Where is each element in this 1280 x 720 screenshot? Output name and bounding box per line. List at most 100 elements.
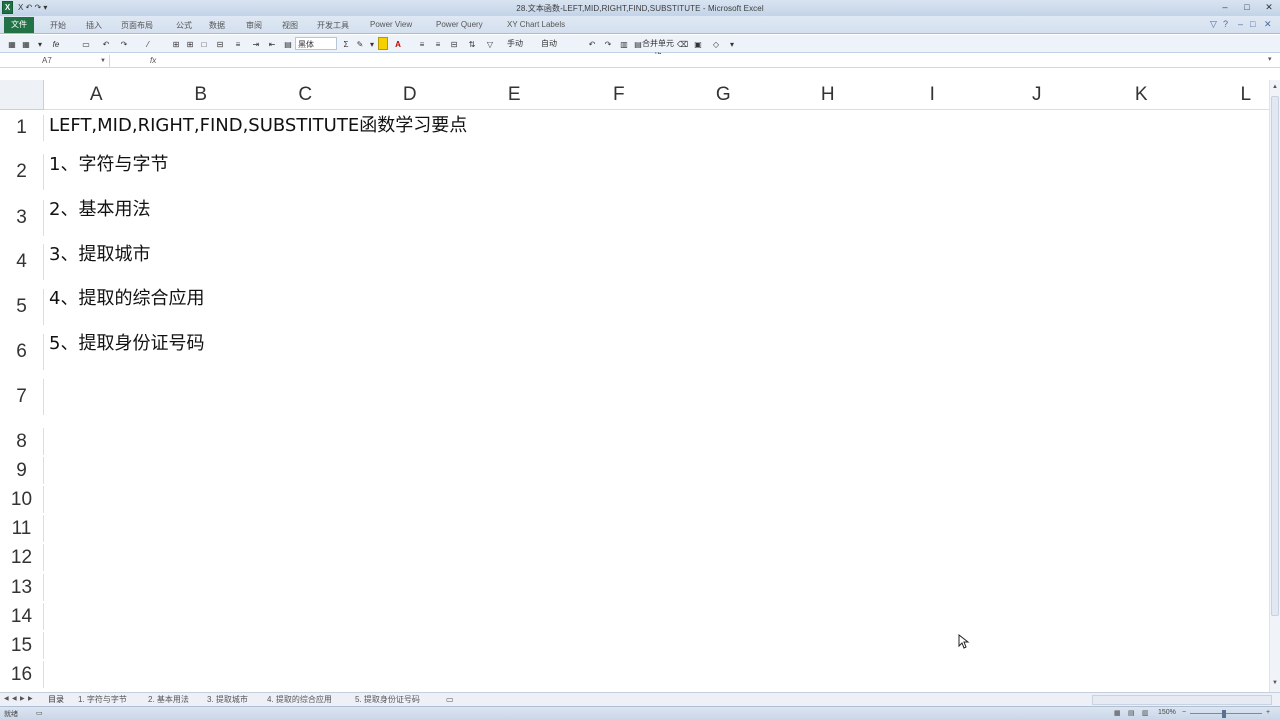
column-header-h[interactable]: H bbox=[775, 80, 880, 110]
tab-insert[interactable]: 插入 bbox=[86, 20, 102, 31]
cell-a1[interactable]: LEFT,MID,RIGHT,FIND,SUBSTITUTE函数学习要点 bbox=[49, 115, 467, 137]
cell-a4[interactable]: 3、提取城市 bbox=[49, 244, 150, 266]
row-header-6[interactable]: 6 bbox=[0, 334, 44, 370]
insert-function-icon[interactable]: fx bbox=[150, 55, 156, 67]
style-icon[interactable]: ▤ bbox=[282, 37, 294, 50]
cell-a6[interactable]: 5、提取身份证号码 bbox=[49, 333, 204, 355]
row-header-9[interactable]: 9 bbox=[0, 457, 44, 484]
cell-a5[interactable]: 4、提取的综合应用 bbox=[49, 288, 204, 310]
worksheet-grid[interactable]: A B C D E F G H I J K L 1 2 3 4 5 6 7 8 … bbox=[0, 68, 1270, 692]
chart-icon[interactable]: ▥ bbox=[618, 37, 630, 50]
name-box-dropdown-icon[interactable]: ▼ bbox=[100, 55, 106, 67]
border-icon[interactable]: ⊞ bbox=[170, 37, 182, 50]
help-icon[interactable]: ? bbox=[1223, 19, 1228, 29]
workbook-restore-button[interactable]: □ bbox=[1250, 19, 1255, 29]
workbook-close-button[interactable]: ✕ bbox=[1264, 19, 1272, 30]
tab-data[interactable]: 数据 bbox=[209, 20, 225, 31]
column-header-b[interactable]: B bbox=[148, 80, 253, 110]
tab-power-query[interactable]: Power Query bbox=[436, 20, 483, 29]
insert-sheet-icon[interactable]: ▭ bbox=[446, 694, 454, 706]
maximize-button[interactable]: □ bbox=[1238, 1, 1256, 13]
column-header-a[interactable]: A bbox=[44, 80, 149, 110]
sheet-tab-contents[interactable]: 目录 bbox=[48, 694, 64, 706]
align-left-icon[interactable]: ≡ bbox=[416, 37, 428, 50]
column-header-l[interactable]: L bbox=[1193, 80, 1270, 110]
pen-icon[interactable]: ✎ bbox=[354, 37, 366, 50]
tab-power-view[interactable]: Power View bbox=[370, 20, 412, 29]
format-painter-icon[interactable]: ⁄ bbox=[142, 37, 154, 50]
grid-icon[interactable]: ▦ bbox=[6, 37, 18, 50]
workbook-minimize-button[interactable]: – bbox=[1238, 19, 1243, 29]
redo-2-icon[interactable]: ↷ bbox=[602, 37, 614, 50]
minimize-button[interactable]: – bbox=[1216, 1, 1234, 13]
sheet-tab-5[interactable]: 5. 提取身份证号码 bbox=[355, 694, 420, 706]
align-icon[interactable]: ≡ bbox=[232, 37, 244, 50]
font-color-icon[interactable]: A bbox=[392, 37, 404, 50]
row-header-10[interactable]: 10 bbox=[0, 486, 44, 513]
redo-icon[interactable]: ↷ bbox=[118, 37, 130, 50]
row-header-3[interactable]: 3 bbox=[0, 200, 44, 236]
vertical-scroll-thumb[interactable] bbox=[1271, 96, 1279, 616]
column-header-e[interactable]: E bbox=[462, 80, 567, 110]
expand-formula-bar-icon[interactable]: ▾ bbox=[1268, 55, 1272, 63]
zoom-level[interactable]: 150% bbox=[1158, 709, 1176, 716]
outdent-icon[interactable]: ⇤ bbox=[266, 37, 278, 50]
row-header-14[interactable]: 14 bbox=[0, 603, 44, 630]
row-header-13[interactable]: 13 bbox=[0, 574, 44, 601]
column-header-i[interactable]: I bbox=[880, 80, 985, 110]
font-name-box[interactable]: 黑体 bbox=[295, 37, 337, 50]
undo-2-icon[interactable]: ↶ bbox=[586, 37, 598, 50]
horizontal-scrollbar[interactable] bbox=[1092, 695, 1272, 705]
ribbon-collapse-icon[interactable]: ▽ bbox=[1210, 19, 1217, 30]
tab-xy-chart-labels[interactable]: XY Chart Labels bbox=[507, 20, 565, 29]
auto-calc-option[interactable]: 自动 bbox=[534, 37, 564, 50]
next-sheet-icon[interactable]: ▶ bbox=[20, 695, 25, 702]
tab-developer[interactable]: 开发工具 bbox=[317, 20, 349, 31]
shapes-icon[interactable]: ◇ bbox=[710, 37, 722, 50]
sort-icon[interactable]: ⇅ bbox=[466, 37, 478, 50]
save-icon[interactable]: ▭ bbox=[80, 37, 92, 50]
tab-home[interactable]: 开始 bbox=[50, 20, 66, 31]
scroll-up-icon[interactable]: ▲ bbox=[1270, 82, 1280, 92]
tab-review[interactable]: 审阅 bbox=[246, 20, 262, 31]
zoom-slider-knob[interactable] bbox=[1222, 710, 1226, 718]
undo-icon[interactable]: ↶ bbox=[100, 37, 112, 50]
tab-page-layout[interactable]: 页面布局 bbox=[121, 20, 153, 31]
cell-a2[interactable]: 1、字符与字节 bbox=[49, 154, 168, 176]
manual-calc-option[interactable]: 手动 bbox=[500, 37, 530, 50]
page-layout-view-icon[interactable]: ▤ bbox=[1128, 709, 1135, 717]
outside-border-icon[interactable]: □ bbox=[198, 37, 210, 50]
prev-sheet-icon[interactable]: ◀ bbox=[12, 695, 17, 702]
row-header-15[interactable]: 15 bbox=[0, 632, 44, 659]
scroll-down-icon[interactable]: ▼ bbox=[1270, 678, 1280, 688]
column-header-k[interactable]: K bbox=[1089, 80, 1194, 110]
page-break-view-icon[interactable]: ▥ bbox=[1142, 709, 1149, 717]
macro-record-icon[interactable]: ▭ bbox=[36, 709, 43, 717]
merge-cells-option[interactable]: 合并单元格 bbox=[642, 37, 674, 61]
autosum-icon[interactable]: Σ bbox=[340, 37, 352, 50]
select-all-corner[interactable] bbox=[0, 80, 44, 110]
row-header-4[interactable]: 4 bbox=[0, 244, 44, 280]
tab-formulas[interactable]: 公式 bbox=[176, 20, 192, 31]
column-header-g[interactable]: G bbox=[671, 80, 776, 110]
first-sheet-icon[interactable]: ◀ bbox=[4, 695, 9, 702]
sheet-tab-1[interactable]: 1. 字符与字节 bbox=[78, 694, 127, 706]
zoom-in-icon[interactable]: + bbox=[1266, 709, 1270, 716]
merge-icon[interactable]: ⊟ bbox=[214, 37, 226, 50]
fill-color-icon[interactable] bbox=[378, 37, 388, 50]
align-center-icon[interactable]: ≡ bbox=[432, 37, 444, 50]
row-header-2[interactable]: 2 bbox=[0, 154, 44, 190]
table-icon[interactable]: ▦ bbox=[20, 37, 32, 50]
filter-icon[interactable]: ▽ bbox=[484, 37, 496, 50]
sheet-tab-4[interactable]: 4. 提取的综合应用 bbox=[267, 694, 332, 706]
all-borders-icon[interactable]: ⊞ bbox=[184, 37, 196, 50]
color-dropdown-icon[interactable]: ▾ bbox=[366, 37, 378, 50]
last-sheet-icon[interactable]: ▶ bbox=[28, 695, 33, 702]
indent-icon[interactable]: ⇥ bbox=[250, 37, 262, 50]
row-header-11[interactable]: 11 bbox=[0, 515, 44, 542]
tab-view[interactable]: 视图 bbox=[282, 20, 298, 31]
column-header-j[interactable]: J bbox=[984, 80, 1089, 110]
italic-icon[interactable]: fe bbox=[50, 37, 62, 50]
close-button[interactable]: ✕ bbox=[1260, 1, 1278, 13]
wrap-icon[interactable]: ⊟ bbox=[448, 37, 460, 50]
